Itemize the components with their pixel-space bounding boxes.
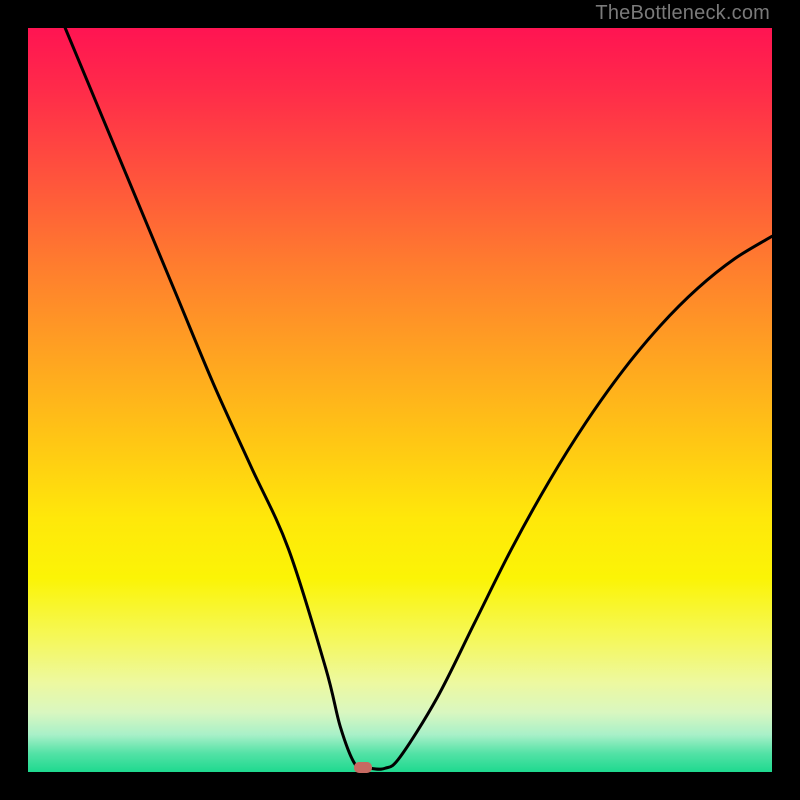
optimal-point-marker [354,762,372,773]
chart-frame: TheBottleneck.com [0,0,800,800]
plot-area [28,28,772,772]
bottleneck-curve [28,28,772,772]
watermark-text: TheBottleneck.com [595,2,770,25]
